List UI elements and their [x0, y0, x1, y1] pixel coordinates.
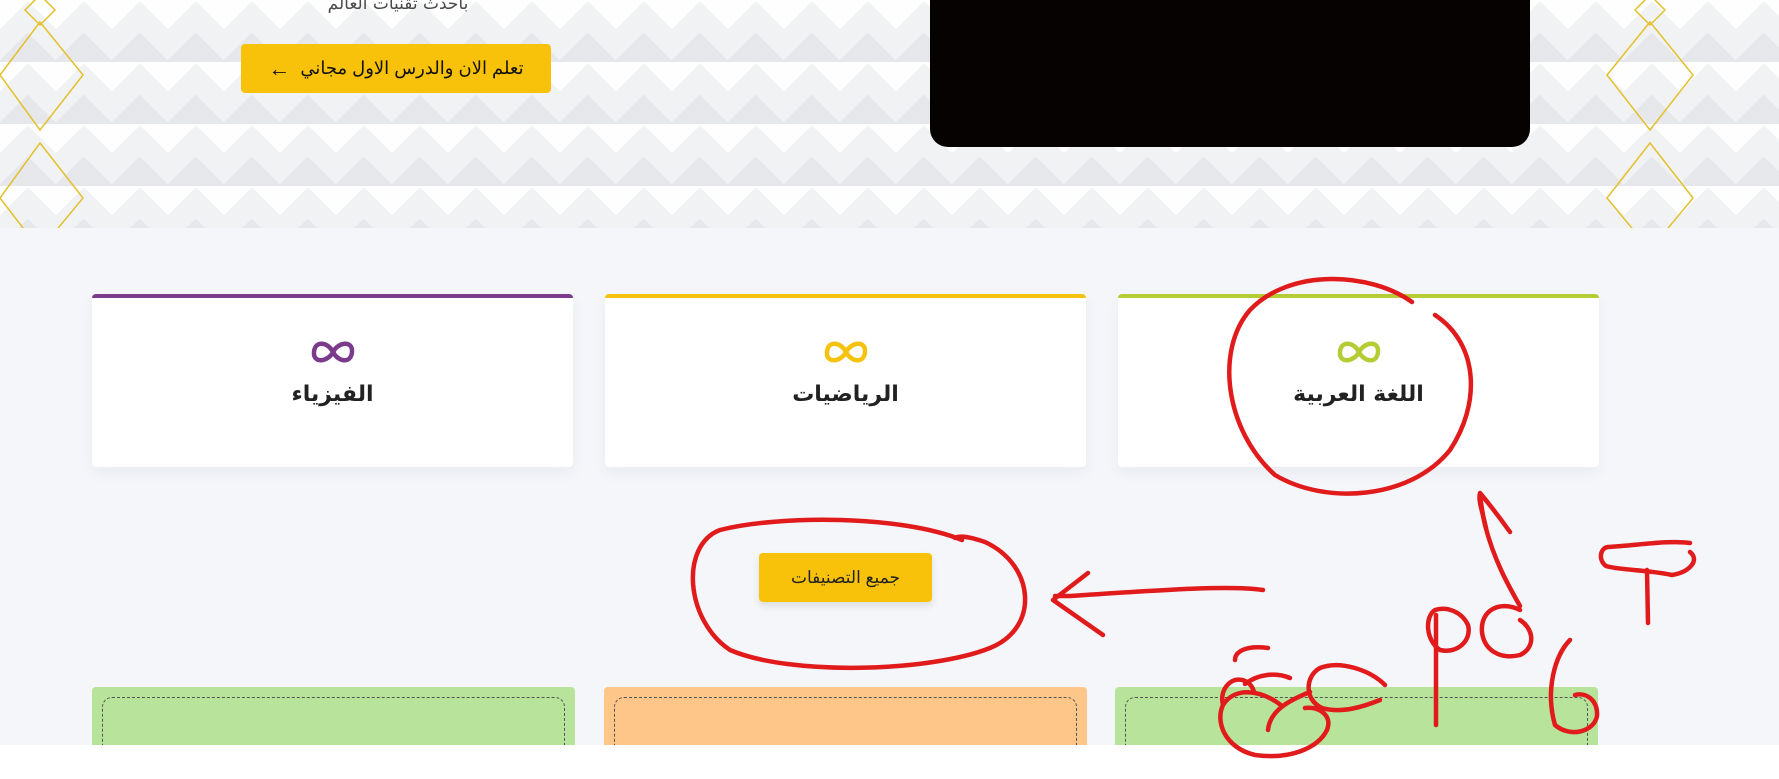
category-label: اللغة العربية — [1293, 382, 1424, 407]
hero-section: باحدث تقنيات العالم تعلم الان والدرس الا… — [0, 0, 1779, 228]
course-tile[interactable] — [604, 687, 1087, 745]
infinity-icon — [824, 341, 867, 363]
tile-dashed-border — [1125, 697, 1588, 745]
tile-dashed-border — [614, 697, 1077, 745]
infinity-icon — [1337, 341, 1380, 363]
hero-subtitle: باحدث تقنيات العالم — [327, 0, 469, 14]
diamond-pattern-right — [1606, 0, 1694, 228]
arrow-left-icon: ← — [268, 55, 291, 81]
course-tile[interactable] — [1115, 687, 1598, 745]
hero-video-player[interactable] — [930, 0, 1530, 147]
category-label: الرياضيات — [792, 382, 899, 407]
category-card-physics[interactable]: الفيزياء — [92, 294, 573, 467]
category-label: الفيزياء — [291, 382, 374, 407]
infinity-icon — [311, 341, 354, 363]
diamond-pattern-left — [0, 0, 84, 228]
cta-label: تعلم الان والدرس الاول مجاني — [300, 58, 524, 78]
category-card-arabic[interactable]: اللغة العربية — [1118, 294, 1599, 467]
category-card-math[interactable]: الرياضيات — [605, 294, 1086, 467]
course-tile[interactable] — [92, 687, 575, 745]
tile-dashed-border — [102, 697, 565, 745]
start-learning-button[interactable]: تعلم الان والدرس الاول مجاني ← — [241, 44, 551, 93]
all-categories-button[interactable]: جميع التصنيفات — [759, 553, 932, 602]
